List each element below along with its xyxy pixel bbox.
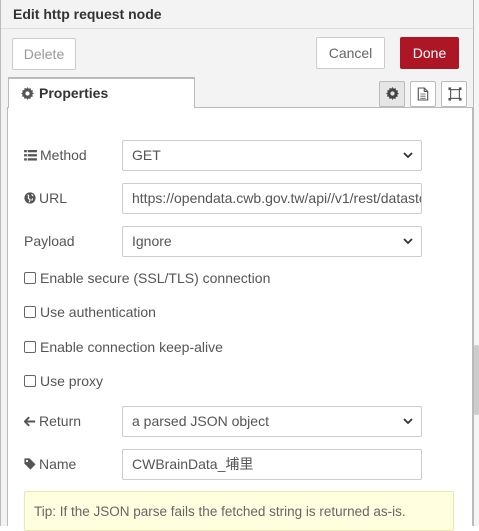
- properties-panel: Method GET URL https://opendata.cwb.gov.…: [7, 108, 473, 531]
- url-row: URL https://opendata.cwb.gov.tw/api//v1/…: [24, 183, 444, 214]
- name-label: Name: [24, 456, 76, 472]
- tag-icon: [24, 458, 36, 470]
- tasks-icon: [24, 150, 37, 161]
- url-input[interactable]: https://opendata.cwb.gov.tw/api//v1/rest…: [122, 183, 422, 214]
- scrollbar[interactable]: [474, 0, 479, 526]
- appearance-icon: [448, 87, 462, 101]
- scrollbar-thumb[interactable]: [474, 345, 479, 415]
- node-settings-tab-button[interactable]: [379, 81, 405, 107]
- gear-icon: [21, 87, 34, 100]
- node-appearance-tab-button[interactable]: [441, 81, 467, 107]
- gear-icon: [386, 87, 399, 100]
- payload-select-value: Ignore: [132, 233, 172, 249]
- method-row: Method GET: [24, 140, 444, 171]
- ssl-checkbox-label: Enable secure (SSL/TLS) connection: [40, 270, 271, 286]
- name-row: Name CWBrainData_埔里: [24, 449, 444, 480]
- arrow-left-icon: [23, 416, 36, 427]
- globe-icon: [24, 192, 36, 204]
- url-label: URL: [24, 190, 67, 206]
- chevron-down-icon: [403, 152, 413, 159]
- method-select[interactable]: GET: [122, 140, 422, 171]
- done-button[interactable]: Done: [400, 37, 459, 69]
- tray-title: Edit http request node: [13, 6, 162, 22]
- proxy-checkbox[interactable]: Use proxy: [24, 373, 103, 391]
- return-select[interactable]: a parsed JSON object: [122, 406, 422, 437]
- name-label-text: Name: [39, 456, 77, 472]
- payload-label: Payload: [24, 233, 75, 249]
- return-select-value: a parsed JSON object: [132, 413, 269, 429]
- tab-properties[interactable]: Properties: [8, 77, 195, 109]
- proxy-checkbox-label: Use proxy: [40, 373, 104, 389]
- checkbox-box[interactable]: [24, 375, 36, 387]
- url-label-text: URL: [39, 190, 68, 206]
- tray-header: Edit http request node: [1, 0, 473, 29]
- auth-checkbox-label: Use authentication: [40, 304, 156, 320]
- return-row: Return a parsed JSON object: [23, 406, 444, 437]
- chevron-down-icon: [403, 418, 413, 425]
- return-label: Return: [23, 413, 82, 429]
- checkbox-box[interactable]: [24, 341, 36, 353]
- keepalive-checkbox-label: Enable connection keep-alive: [40, 339, 223, 355]
- tab-properties-label: Properties: [39, 85, 109, 101]
- return-label-text: Return: [39, 413, 82, 429]
- payload-select[interactable]: Ignore: [122, 226, 422, 257]
- payload-row: Payload Ignore: [24, 226, 444, 257]
- file-icon: [417, 87, 429, 101]
- edit-tray: Edit http request node Delete Cancel Don…: [0, 0, 474, 531]
- method-select-value: GET: [132, 147, 161, 163]
- tip-box: Tip: If the JSON parse fails the fetched…: [24, 491, 454, 531]
- tray-toolbar: Delete Cancel Done: [1, 29, 473, 75]
- cancel-button[interactable]: Cancel: [316, 37, 385, 69]
- ssl-checkbox[interactable]: Enable secure (SSL/TLS) connection: [24, 270, 270, 288]
- name-input[interactable]: CWBrainData_埔里: [122, 449, 422, 480]
- method-label: Method: [24, 147, 87, 163]
- tab-bar: Properties: [7, 75, 473, 109]
- keepalive-checkbox[interactable]: Enable connection keep-alive: [24, 339, 223, 357]
- method-label-text: Method: [40, 147, 87, 163]
- delete-button[interactable]: Delete: [12, 38, 76, 70]
- chevron-down-icon: [403, 238, 413, 245]
- checkbox-box[interactable]: [24, 306, 36, 318]
- node-description-tab-button[interactable]: [410, 81, 436, 107]
- checkbox-box[interactable]: [24, 272, 36, 284]
- auth-checkbox[interactable]: Use authentication: [24, 304, 156, 322]
